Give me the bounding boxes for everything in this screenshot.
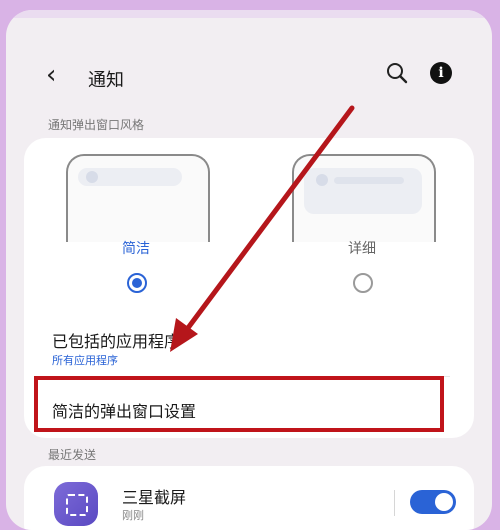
screenshot-app-icon [54,482,98,526]
style-option-brief-label: 简洁 [122,241,150,257]
style-option-detailed-radio[interactable] [353,273,373,293]
chevron-left-icon[interactable]: ‹ [46,62,56,88]
brief-style-preview[interactable] [66,154,210,242]
divider-vertical [394,490,395,516]
style-option-detailed-label: 详细 [348,241,376,257]
page-title: 通知 [88,70,124,91]
notification-box-line-preview [334,177,404,184]
style-option-brief-radio[interactable] [127,273,147,293]
recent-section-label: 最近发送 [48,448,97,462]
notification-box-dot-preview [316,174,328,186]
recent-app-toggle[interactable] [410,490,456,514]
included-apps-subtitle: 所有应用程序 [52,354,118,367]
info-icon[interactable]: i [430,62,452,84]
highlight-box [34,376,444,432]
search-icon[interactable] [384,60,410,86]
detailed-style-preview[interactable] [292,154,436,242]
popup-style-section-label: 通知弹出窗口风格 [48,118,145,132]
included-apps-title[interactable]: 已包括的应用程序 [52,328,180,352]
notification-dot-preview [86,171,98,183]
recent-app-time: 刚刚 [122,509,144,522]
status-strip [6,10,492,18]
recent-app-name: 三星截屏 [122,488,187,507]
phone-screen: ‹ 通知 i 通知弹出窗口风格 简洁 详细 已包括的应用程序 所有应用程序 简洁… [6,10,492,530]
